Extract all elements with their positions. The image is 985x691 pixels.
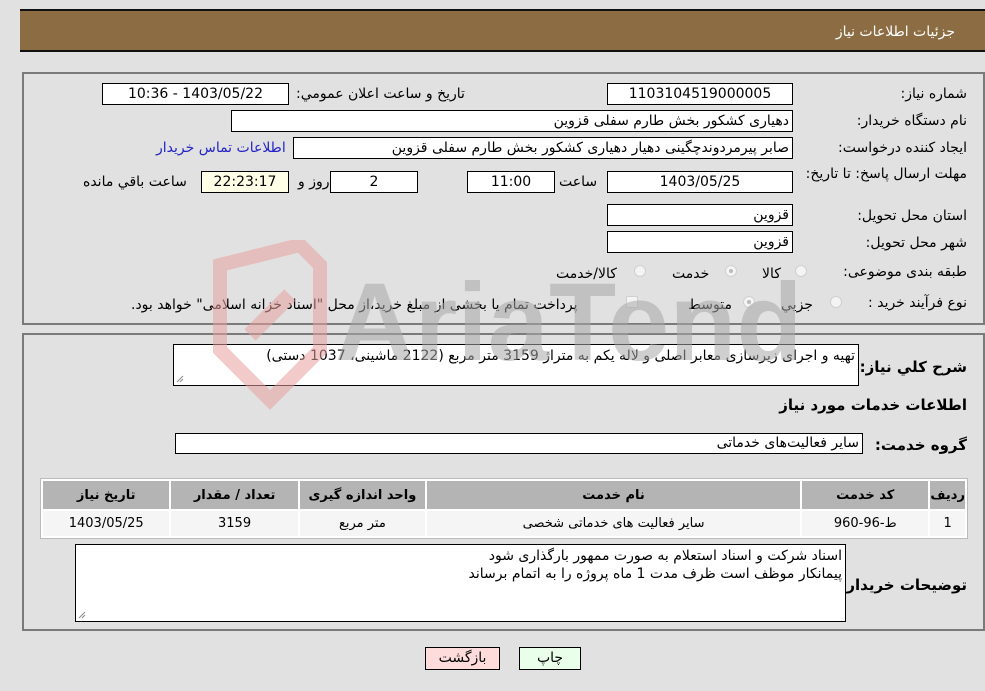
need-number-label: شماره نیاز:	[900, 86, 968, 102]
province-field: قزوین	[607, 204, 793, 226]
category-radio-goods-service[interactable]	[634, 265, 646, 277]
table-row: 1 ط-96-960 سایر فعالیت های خدماتی شخصی م…	[43, 511, 965, 536]
resize-grip-icon[interactable]	[176, 375, 184, 383]
need-number-field: 1103104519000005	[607, 83, 793, 105]
treasury-checkbox[interactable]	[626, 296, 638, 308]
service-group-label: گروه خدمت:	[874, 436, 967, 454]
back-button[interactable]: بازگشت	[425, 647, 500, 670]
col-header-quantity: تعداد / مقدار	[171, 481, 298, 509]
buyer-contact-link[interactable]: اطلاعات تماس خریدار	[156, 140, 286, 156]
buyer-notes-label: توضیحات خریدار:	[840, 576, 967, 594]
process-option-medium: متوسط	[688, 297, 732, 313]
announce-datetime-field: 1403/05/22 - 10:36	[102, 83, 289, 105]
province-label: استان محل تحویل:	[857, 208, 967, 224]
page-title: جزئیات اطلاعات نیاز	[835, 24, 955, 40]
announce-datetime-label: تاریخ و ساعت اعلان عمومي:	[296, 86, 465, 102]
service-group-field: سایر فعالیت‌های خدماتی	[175, 433, 863, 454]
cell-row-number: 1	[930, 511, 965, 536]
deadline-time-field: 11:00	[467, 171, 555, 193]
col-header-row-number: ردیف	[930, 481, 965, 509]
process-radio-minor[interactable]	[830, 296, 842, 308]
requester-label: ایجاد کننده درخواست:	[838, 140, 967, 156]
process-label: نوع فرآیند خرید :	[868, 295, 967, 311]
col-header-service-name: نام خدمت	[427, 481, 801, 509]
category-radio-goods[interactable]	[795, 265, 807, 277]
col-header-service-code: کد خدمت	[802, 481, 929, 509]
deadline-label: مهلت ارسال پاسخ: تا تاریخ:	[805, 166, 967, 182]
process-option-minor: جزيي	[781, 297, 813, 313]
requester-field: صابر پیرمردوندچگینی دهیار دهیاری کشکور ب…	[293, 137, 793, 159]
buyer-org-field: دهیاری کشکور بخش طارم سفلی قزوین	[231, 110, 793, 132]
deadline-date-field: 1403/05/25	[607, 171, 793, 193]
resize-grip-icon[interactable]	[78, 611, 86, 619]
time-remaining-field: 22:23:17	[201, 171, 289, 193]
col-header-need-date: تاریخ نیاز	[43, 481, 170, 509]
cell-need-date: 1403/05/25	[43, 511, 170, 536]
cell-unit: متر مربع	[299, 511, 426, 536]
time-remaining-label: ساعت باقي مانده	[83, 174, 187, 190]
category-radio-service[interactable]	[725, 265, 737, 277]
category-option-goods: کالا	[762, 266, 781, 282]
city-field: قزوین	[607, 231, 793, 253]
page-header: جزئیات اطلاعات نیاز	[20, 9, 985, 52]
days-remaining-field: 2	[330, 171, 418, 193]
category-label: طبقه بندی موضوعی:	[843, 264, 967, 280]
buyer-notes-textarea[interactable]: اسناد شرکت و اسناد استعلام به صورت ممهور…	[75, 544, 846, 622]
table-header-row: ردیف کد خدمت نام خدمت واحد اندازه گیری ت…	[43, 481, 965, 509]
description-textarea[interactable]: تهیه و اجرای زیرسازی معابر اصلی و لاله ی…	[173, 344, 859, 386]
cell-service-name: سایر فعالیت های خدماتی شخصی	[427, 511, 801, 536]
cell-quantity: 3159	[171, 511, 298, 536]
deadline-time-label: ساعت	[559, 174, 598, 190]
print-button[interactable]: چاپ	[519, 647, 581, 670]
buyer-notes-line-2: پیمانکار موظف است ظرف مدت 1 ماه پروژه را…	[468, 566, 842, 582]
description-text: تهیه و اجرای زیرسازی معابر اصلی و لاله ی…	[266, 348, 855, 364]
services-table: ردیف کد خدمت نام خدمت واحد اندازه گیری ت…	[40, 478, 968, 539]
category-option-goods-service: کالا/خدمت	[556, 266, 617, 282]
category-option-service: خدمت	[672, 266, 710, 282]
city-label: شهر محل تحویل:	[865, 235, 967, 251]
cell-service-code: ط-96-960	[802, 511, 929, 536]
days-label: روز و	[298, 174, 330, 190]
buyer-org-label: نام دستگاه خریدار:	[856, 113, 967, 129]
col-header-unit: واحد اندازه گیری	[299, 481, 426, 509]
description-label: شرح کلي نیاز:	[859, 358, 967, 376]
treasury-note: پرداخت تمام یا بخشی از مبلغ خرید،از محل …	[131, 297, 578, 313]
process-radio-medium[interactable]	[743, 296, 755, 308]
services-section-title: اطلاعات خدمات مورد نیاز	[779, 396, 967, 414]
buyer-notes-line-1: اسناد شرکت و اسناد استعلام به صورت ممهور…	[488, 548, 842, 564]
